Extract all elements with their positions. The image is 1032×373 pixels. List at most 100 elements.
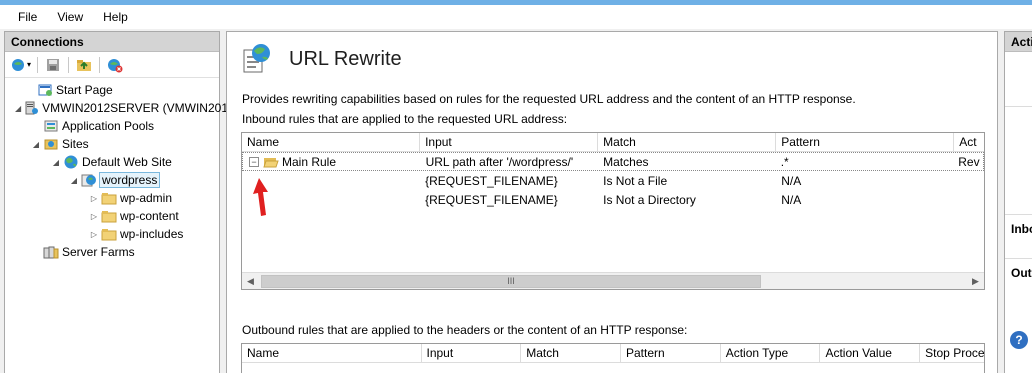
connections-header: Connections xyxy=(5,32,219,52)
cell-match: Is Not a Directory xyxy=(603,192,696,207)
cell-input: URL path after '/wordpress/' xyxy=(425,154,574,169)
inbound-rules-grid[interactable]: Name Input Match Pattern Act − Main Rule… xyxy=(241,132,985,290)
inbound-rules-label: Inbound rules that are applied to the re… xyxy=(242,112,568,126)
tree-item-label: Server Farms xyxy=(62,245,135,259)
table-row-condition[interactable]: {REQUEST_FILENAME} Is Not a Directory N/… xyxy=(242,190,984,209)
tree-item-wordpress[interactable]: ◢ wordpress xyxy=(5,171,219,189)
column-header-input[interactable]: Input xyxy=(422,344,522,362)
actions-separator xyxy=(1005,214,1032,215)
collapse-box-icon[interactable]: − xyxy=(249,156,259,167)
cell-input: {REQUEST_FILENAME} xyxy=(425,192,558,207)
cell-pattern: N/A xyxy=(781,192,802,207)
dropdown-arrow-icon[interactable]: ▾ xyxy=(27,60,31,69)
tree-item-wp-content[interactable]: ▷ wp-content xyxy=(5,207,219,225)
column-header-input[interactable]: Input xyxy=(420,133,599,151)
web-app-icon xyxy=(81,172,97,188)
column-header-action-value[interactable]: Action Value xyxy=(820,344,921,362)
tree-item-label: Application Pools xyxy=(62,119,155,133)
scroll-left-icon[interactable]: ◀ xyxy=(242,273,259,290)
scroll-grip: III xyxy=(507,276,515,286)
server-icon xyxy=(23,100,39,116)
cell-match: Matches xyxy=(603,154,649,169)
column-header-action[interactable]: Act xyxy=(954,133,984,151)
tree-item-application-pools[interactable]: Application Pools xyxy=(5,117,219,135)
toolbar-separator xyxy=(99,56,101,73)
actions-section-inbound: Inbound Rules xyxy=(1011,222,1032,236)
scroll-track[interactable]: III xyxy=(259,274,967,289)
toolbar-separator xyxy=(68,56,70,73)
column-header-match[interactable]: Match xyxy=(598,133,777,151)
url-rewrite-pane: URL Rewrite Provides rewriting capabilit… xyxy=(226,31,998,373)
sites-icon xyxy=(43,136,59,152)
tree-item-label: wp-admin xyxy=(120,191,173,205)
actions-header: Actions xyxy=(1005,32,1032,52)
scroll-thumb[interactable]: III xyxy=(261,274,761,288)
column-header-pattern[interactable]: Pattern xyxy=(621,344,721,362)
column-header-match[interactable]: Match xyxy=(521,344,621,362)
scroll-right-icon[interactable]: ▶ xyxy=(967,273,984,290)
tree-item-wp-admin[interactable]: ▷ wp-admin xyxy=(5,189,219,207)
actions-pane: Actions Inbound Rules Outbound Rules ? xyxy=(1004,31,1032,373)
menu-bar: File View Help xyxy=(0,5,1032,29)
actions-separator xyxy=(1005,258,1032,259)
outbound-rules-grid[interactable]: Name Input Match Pattern Action Type Act… xyxy=(241,343,985,373)
column-header-stop-processing[interactable]: Stop Proce xyxy=(920,344,984,362)
table-row-condition[interactable]: {REQUEST_FILENAME} Is Not a File N/A xyxy=(242,171,984,190)
up-folder-icon[interactable] xyxy=(75,56,93,74)
folder-icon xyxy=(101,208,117,224)
cell-action: Rev xyxy=(958,154,980,169)
cell-match: Is Not a File xyxy=(603,173,668,188)
collapse-icon[interactable]: ◢ xyxy=(69,176,79,185)
collapse-icon[interactable]: ◢ xyxy=(51,158,61,167)
tree-item-sites[interactable]: ◢ Sites xyxy=(5,135,219,153)
help-icon[interactable]: ? xyxy=(1010,331,1028,349)
collapse-icon[interactable]: ◢ xyxy=(15,104,21,113)
tree-item-label: wp-content xyxy=(120,209,179,223)
expand-icon[interactable]: ▷ xyxy=(89,194,99,203)
expand-icon[interactable]: ▷ xyxy=(89,212,99,221)
delete-connection-icon[interactable] xyxy=(106,56,124,74)
menu-file[interactable]: File xyxy=(8,10,47,24)
tree-item-start-page[interactable]: Start Page xyxy=(5,81,219,99)
tree-item-label: Sites xyxy=(62,137,89,151)
rule-name: Main Rule xyxy=(282,154,337,169)
start-page-icon xyxy=(37,82,53,98)
connections-toolbar: ▾ xyxy=(5,52,219,78)
app-body: Connections ▾ Start Page ◢ VMWIN2012SERV… xyxy=(0,29,1032,373)
tree-item-label: VMWIN2012SERVER (VMWIN2012 xyxy=(42,101,235,115)
menu-help[interactable]: Help xyxy=(93,10,138,24)
outbound-rules-label: Outbound rules that are applied to the h… xyxy=(242,323,688,337)
toolbar-separator xyxy=(37,56,39,73)
url-rewrite-icon xyxy=(241,42,273,77)
column-header-name[interactable]: Name xyxy=(242,344,422,362)
cell-name: − Main Rule xyxy=(243,155,421,169)
connections-pane: Connections ▾ Start Page ◢ VMWIN2012SERV… xyxy=(4,31,235,373)
folder-icon xyxy=(101,190,117,206)
column-header-pattern[interactable]: Pattern xyxy=(776,133,955,151)
page-header: URL Rewrite xyxy=(241,42,402,77)
server-farms-icon xyxy=(43,244,59,260)
tree-item-wp-includes[interactable]: ▷ wp-includes xyxy=(5,225,219,243)
actions-section-outbound: Outbound Rules xyxy=(1011,266,1032,280)
menu-view[interactable]: View xyxy=(47,10,93,24)
tree-item-default-web-site[interactable]: ◢ Default Web Site xyxy=(5,153,219,171)
expand-icon[interactable]: ▷ xyxy=(89,230,99,239)
table-row-main-rule[interactable]: − Main Rule URL path after '/wordpress/'… xyxy=(242,152,984,171)
cell-pattern: .* xyxy=(780,154,789,169)
column-header-name[interactable]: Name xyxy=(242,133,421,151)
tree-item-label: Default Web Site xyxy=(82,155,172,169)
column-header-action-type[interactable]: Action Type xyxy=(721,344,821,362)
cell-input: {REQUEST_FILENAME} xyxy=(425,173,558,188)
actions-separator xyxy=(1005,106,1032,107)
app-pools-icon xyxy=(43,118,59,134)
open-folder-icon xyxy=(263,155,279,169)
collapse-icon[interactable]: ◢ xyxy=(31,140,41,149)
grid-header: Name Input Match Pattern Action Type Act… xyxy=(242,344,984,363)
annotation-arrow xyxy=(253,178,268,216)
tree-item-server-farms[interactable]: Server Farms xyxy=(5,243,219,261)
save-icon[interactable] xyxy=(44,56,62,74)
tree-item-label: Start Page xyxy=(56,83,113,97)
create-connection-icon[interactable] xyxy=(9,56,27,74)
tree-item-server[interactable]: ◢ VMWIN2012SERVER (VMWIN2012 xyxy=(5,99,235,117)
horizontal-scrollbar[interactable]: ◀ III ▶ xyxy=(242,272,984,289)
